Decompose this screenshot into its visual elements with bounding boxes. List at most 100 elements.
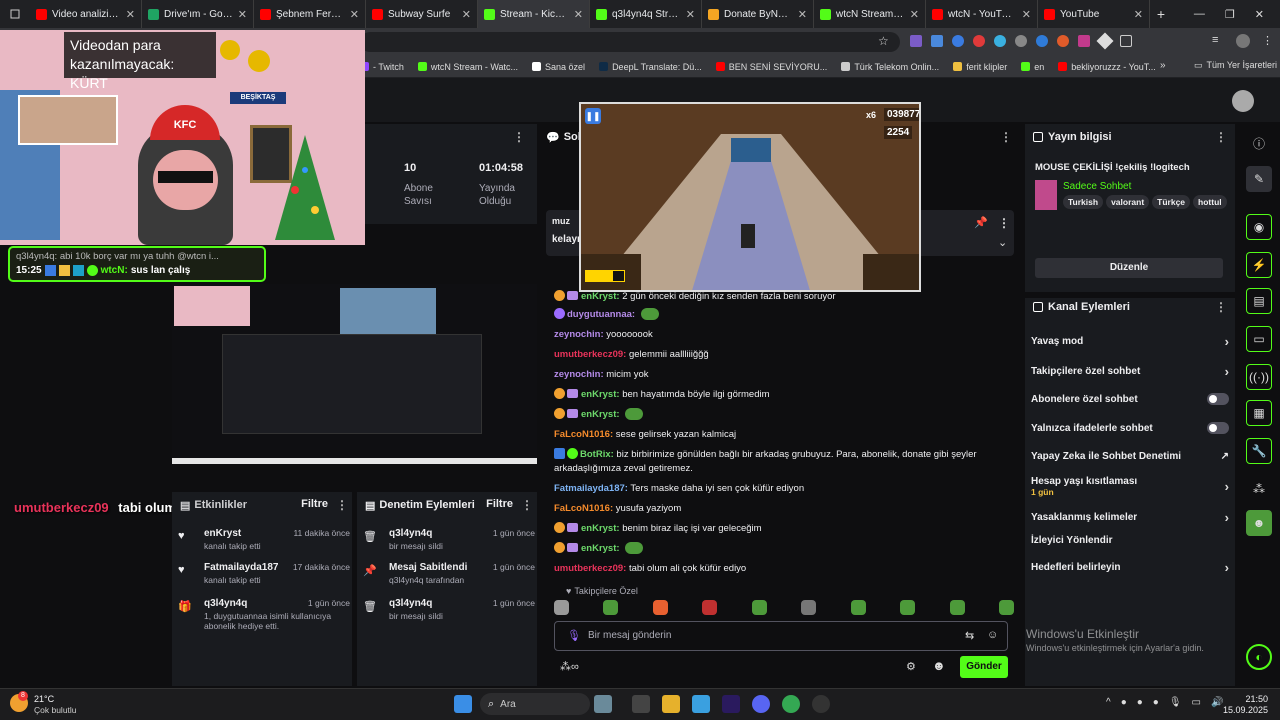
chevron-down-icon[interactable]: ⌄ (998, 236, 1007, 249)
pencil-icon[interactable]: ✎ (1246, 166, 1272, 192)
address-bar[interactable] (360, 32, 900, 52)
chat-username[interactable]: FaLcoN1016: (554, 429, 613, 440)
bookmark-item[interactable]: DeepL Translate: Dü... (599, 62, 702, 72)
stream-info-menu-icon[interactable]: ⋮ (1215, 130, 1227, 144)
stream-preview[interactable] (172, 284, 537, 464)
browser-tab[interactable]: Drive'ım - Google ✕ (142, 0, 254, 28)
emote-icon[interactable] (652, 600, 668, 615)
chat-menu-icon[interactable]: ⋮ (1000, 130, 1012, 144)
chat-icon[interactable]: ▭ (1246, 326, 1272, 352)
chat-username[interactable]: enKryst: (581, 523, 620, 534)
emote-icon[interactable]: ☻ (1246, 510, 1272, 536)
microphone-icon[interactable]: 🎙 (1169, 697, 1182, 708)
tab-close-icon[interactable]: ✕ (350, 8, 359, 21)
pause-button[interactable]: ❚❚ (585, 108, 601, 124)
channel-action-item[interactable]: Yapay Zeka ile Sohbet Denetimi ↗ (1031, 451, 1229, 462)
browser-tab[interactable]: wtcN - YouTube ✕ (926, 0, 1038, 28)
tab-close-icon[interactable]: ✕ (910, 8, 919, 21)
bot-icon[interactable]: ☻ (932, 658, 946, 673)
chat-username[interactable]: enKryst: (581, 389, 620, 400)
restore-icon[interactable]: ❐ (1225, 8, 1235, 21)
file-explorer-icon[interactable] (662, 695, 680, 713)
game-picture-in-picture[interactable]: ❚❚ x6 039877 2254 (579, 102, 921, 292)
chat-username[interactable]: enKryst: (581, 409, 620, 420)
chat-username[interactable]: FaLcoN1016: (554, 503, 613, 514)
category-name[interactable]: Sadece Sohbet (1063, 181, 1131, 192)
chat-message[interactable]: umutberkecz09: gelemmii aallliiiğğğ (554, 348, 1006, 362)
tray-app-icon[interactable]: ● (1121, 697, 1127, 708)
bookmark-item[interactable]: Sana özel (532, 62, 585, 72)
settings-gear-icon[interactable]: ⚙ (906, 660, 916, 673)
task-view-icon[interactable] (632, 695, 650, 713)
bookmark-item[interactable]: ferit klipler (953, 62, 1007, 72)
chrome-icon[interactable] (782, 695, 800, 713)
chat-message[interactable]: zeynochin: micim yok (554, 368, 1006, 382)
bookmark-star-icon[interactable]: ☆ (878, 34, 889, 48)
channel-actions-menu-icon[interactable]: ⋮ (1215, 300, 1227, 314)
panel-menu-icon[interactable]: ⋮ (513, 130, 525, 144)
tray-app-icon[interactable]: ● (1153, 697, 1159, 708)
channel-action-item[interactable]: Takipçilere özel sohbet › (1031, 364, 1229, 379)
emote-icon[interactable] (850, 600, 866, 615)
browser-tab[interactable]: Subway Surfe ✕ (366, 0, 478, 28)
new-tab-button[interactable]: + (1150, 6, 1172, 22)
emote-icon[interactable] (949, 600, 965, 615)
tab-close-icon[interactable]: ✕ (686, 8, 695, 21)
bookmark-item[interactable]: Türk Telekom Onlin... (841, 62, 939, 72)
channel-action-item[interactable]: Yavaş mod › (1031, 334, 1229, 349)
browser-tab[interactable]: Stream - Kick Das ✕ (478, 0, 590, 28)
chat-username[interactable]: umutberkecz09: (554, 349, 626, 360)
extension-icon[interactable] (1036, 35, 1048, 47)
tab-close-icon[interactable]: ✕ (1134, 8, 1143, 21)
chat-username[interactable]: duygutuannaa: (567, 309, 635, 320)
pin-icon[interactable]: 📌 (974, 216, 988, 229)
tab-close-icon[interactable]: ✕ (126, 8, 135, 21)
tab-close-icon[interactable]: ✕ (238, 8, 247, 21)
chat-message[interactable]: enKryst: benim biraz ilaç işi var gelece… (554, 522, 1006, 536)
emote-icon[interactable] (554, 600, 569, 615)
pinned-menu-icon[interactable]: ⋮ (998, 216, 1010, 230)
chat-username[interactable]: enKryst: (581, 291, 620, 302)
minimize-icon[interactable]: — (1194, 8, 1205, 21)
translate-chat-icon[interactable]: ⇆ (965, 629, 974, 642)
extension-icon[interactable] (1057, 35, 1069, 47)
channel-action-item[interactable]: Yasaklanmış kelimeler › (1031, 510, 1229, 525)
tab-search-icon[interactable] (0, 0, 30, 28)
edit-button[interactable]: Düzenle (1035, 258, 1223, 278)
bookmark-item[interactable]: wtcN Stream - Watc... (417, 62, 518, 72)
community-icon[interactable]: ⁂∞ (560, 660, 579, 673)
clipboard-icon[interactable]: ▤ (1246, 288, 1272, 314)
extensions-puzzle-icon[interactable] (1120, 35, 1132, 47)
chat-username[interactable]: umutberkecz09: (554, 563, 626, 574)
menu-icon[interactable]: ≡ (1212, 34, 1218, 46)
send-button[interactable]: Gönder (960, 656, 1008, 678)
events-menu-icon[interactable]: ⋮ (336, 498, 348, 512)
chat-message[interactable]: FaLcoN1016: yusufa yaziyom (554, 502, 1006, 516)
extension-icon[interactable] (973, 35, 985, 47)
extension-icon[interactable] (994, 35, 1006, 47)
chat-message[interactable]: Fatmailayda187: Ters maske daha iyi sen … (554, 482, 1006, 496)
close-window-icon[interactable]: ✕ (1255, 8, 1264, 21)
tag-chip[interactable]: Türkçe (1152, 195, 1191, 209)
clock-time[interactable]: 21:50 (1228, 694, 1268, 704)
browser-tab[interactable]: Video analizi - Yo ✕ (30, 0, 142, 28)
translate-icon[interactable] (931, 35, 943, 47)
bookmark-item[interactable]: bekliyoruzzz - YouT... (1058, 62, 1156, 72)
community-icon[interactable]: ⁂ (1246, 476, 1272, 502)
taskbar-widget-icon[interactable] (594, 695, 612, 713)
chat-message[interactable]: FaLcoN1016: sese gelirsek yazan kalmicaj (554, 428, 1006, 442)
user-avatar[interactable] (1232, 90, 1254, 112)
browser-tab[interactable]: Şebnem Ferah - E ✕ (254, 0, 366, 28)
chat-username[interactable]: zeynochin: (554, 369, 604, 380)
chat-message[interactable]: enKryst: ben hayatımda böyle ilgi görmed… (554, 388, 1006, 402)
bookmarks-more[interactable]: » (1160, 60, 1166, 71)
chat-message[interactable]: enKryst: (554, 542, 1006, 556)
obs-icon[interactable] (812, 695, 830, 713)
taskbar-search[interactable]: ⌕ Ara (480, 693, 590, 715)
browser-tab[interactable]: q3l4yn4q Stream ✕ (590, 0, 702, 28)
tab-close-icon[interactable]: ✕ (1022, 8, 1031, 21)
browser-tab[interactable]: Donate ByNoGam ✕ (702, 0, 814, 28)
tab-close-icon[interactable]: ✕ (798, 8, 807, 21)
tag-chip[interactable]: Turkish (1063, 195, 1104, 209)
wrench-icon[interactable]: 🔧 (1246, 438, 1272, 464)
